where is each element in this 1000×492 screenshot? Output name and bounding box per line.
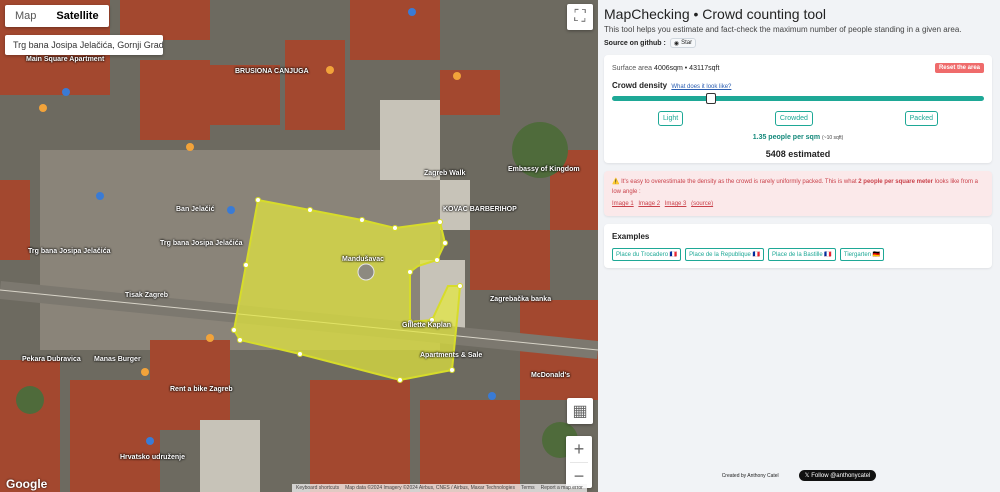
map-label: Manas Burger	[94, 356, 141, 363]
map-label: Embassy of Kingdom	[508, 166, 580, 173]
warning-card: ⚠️ It's easy to overestimate the density…	[604, 171, 992, 216]
slider-thumb[interactable]	[706, 93, 716, 104]
github-icon: ◉	[673, 40, 680, 47]
map-label: Trg bana Josipa Jelačića	[28, 248, 111, 255]
density-slider[interactable]	[612, 93, 984, 104]
map-label: BRUSIONA CANJUGA	[235, 68, 309, 75]
warning-pre: ⚠️ It's easy to overestimate the density…	[612, 179, 857, 185]
map-type-map-button[interactable]: Map	[5, 5, 46, 27]
map-type-satellite-button[interactable]: Satellite	[46, 5, 108, 27]
map-label: Trg bana Josipa Jelačića	[160, 240, 243, 247]
fullscreen-button[interactable]: ⛶	[567, 4, 593, 30]
warning-links: Image 1 Image 2 Image 3 (source)	[612, 199, 984, 209]
examples-title: Examples	[612, 232, 650, 241]
map-type-control: Map Satellite	[5, 5, 109, 27]
page-subtitle: This tool helps you estimate and fact-ch…	[604, 25, 962, 34]
density-presets: Light Crowded Packed	[658, 111, 938, 126]
image-1-link[interactable]: Image 1	[612, 201, 634, 207]
density-label: Crowd density	[612, 81, 668, 90]
fullscreen-icon: ⛶	[574, 8, 586, 25]
footer: Created by Anthony Catel 𝕏 Follow @antho…	[598, 470, 1000, 481]
grid-icon: ▦	[572, 403, 588, 420]
side-panel: MapChecking • Crowd counting tool This t…	[598, 0, 1000, 492]
density-help-link[interactable]: What does it look like?	[671, 84, 731, 90]
warning-bold: 2 people per square meter	[858, 179, 933, 185]
map-label: Pekara Dubravica	[22, 356, 81, 363]
preset-crowded-button[interactable]: Crowded	[774, 111, 813, 126]
google-logo: Google	[6, 477, 48, 491]
source-label: Source on github :	[604, 39, 666, 47]
report-error-link[interactable]: Report a map error	[541, 484, 583, 492]
zoom-in-button[interactable]: +	[566, 436, 592, 462]
example-tiergarten-button[interactable]: Tiergarten 🇩🇪	[839, 248, 885, 261]
map-attribution: Keyboard shortcuts Map data ©2024 Imager…	[292, 484, 587, 492]
star-label: Star	[681, 40, 693, 46]
map-label: Main Square Apartment	[26, 56, 105, 63]
source-link[interactable]: (source)	[691, 201, 713, 207]
map-label: Ban Jelačić	[176, 206, 215, 213]
map-label: Gillette Kaplan	[402, 322, 452, 329]
example-trocadero-button[interactable]: Place du Trocadero 🇫🇷	[612, 248, 682, 261]
zoom-control: + −	[566, 436, 592, 488]
follow-label: Follow @anthonycatel	[811, 473, 871, 479]
image-3-link[interactable]: Image 3	[665, 201, 687, 207]
map-data-text: Map data ©2024 Imagery ©2024 Airbus, CNE…	[345, 485, 515, 491]
warning-text: ⚠️ It's easy to overestimate the density…	[612, 177, 984, 197]
map-label: Hrvatsko udruženje	[120, 454, 185, 461]
keyboard-shortcuts-link[interactable]: Keyboard shortcuts	[296, 484, 339, 492]
map-label: Apartments & Sale	[420, 352, 483, 359]
github-star-button[interactable]: ◉ Star	[669, 38, 697, 48]
rate-value: 1.35 people per sqm	[752, 134, 821, 141]
terms-link[interactable]: Terms	[521, 484, 535, 492]
examples-card: Examples Place du Trocadero 🇫🇷 Place de …	[604, 224, 992, 268]
estimate-result: 5408 estimated	[765, 149, 831, 159]
map-label: McDonald's	[531, 372, 571, 379]
map-view[interactable]: Trg bana Josipa Jelačića Main Square Apa…	[0, 0, 598, 492]
preset-light-button[interactable]: Light	[658, 111, 684, 126]
place-name-card[interactable]: Trg bana Josipa Jelačića, Gornji Grad - …	[5, 35, 163, 55]
source-row: Source on github : ◉ Star	[604, 38, 992, 48]
map-label: Zagrebačka banka	[490, 296, 552, 303]
example-bastille-button[interactable]: Place de la Bastille 🇫🇷	[768, 248, 836, 261]
surface-area: Surface area 4006sqm • 43117sqft	[612, 65, 719, 72]
examples-list: Place du Trocadero 🇫🇷 Place de la Republ…	[612, 248, 984, 261]
example-republique-button[interactable]: Place de la Republique 🇫🇷	[685, 248, 765, 261]
map-label: KOVAC BARBERIHOP	[443, 206, 517, 213]
reset-area-button[interactable]: Reset the area	[934, 63, 984, 73]
preset-packed-button[interactable]: Packed	[904, 111, 938, 126]
twitter-follow-button[interactable]: 𝕏 Follow @anthonycatel	[798, 470, 877, 481]
slider-track	[612, 96, 984, 101]
image-2-link[interactable]: Image 2	[638, 201, 660, 207]
map-label: Rent a bike Zagreb	[170, 386, 233, 393]
map-label: Zagreb Walk	[424, 170, 466, 177]
density-rate: 1.35 people per sqm (~10 sqft)	[612, 134, 984, 141]
map-label: Mandušavac	[342, 256, 385, 263]
page-title: MapChecking • Crowd counting tool	[604, 6, 827, 22]
rate-sqft: (~10 sqft)	[822, 135, 844, 141]
credit-text: Created by Anthony Catel	[721, 472, 779, 479]
surface-value: 4006sqm • 43117sqft	[654, 64, 720, 72]
estimate-card: Surface area 4006sqm • 43117sqft Reset t…	[604, 55, 992, 163]
map-label: Tisak Zagreb	[125, 292, 169, 299]
layers-button[interactable]: ▦	[567, 398, 593, 424]
density-heading: Crowd density What does it look like?	[612, 81, 984, 90]
surface-label: Surface area	[612, 64, 653, 72]
